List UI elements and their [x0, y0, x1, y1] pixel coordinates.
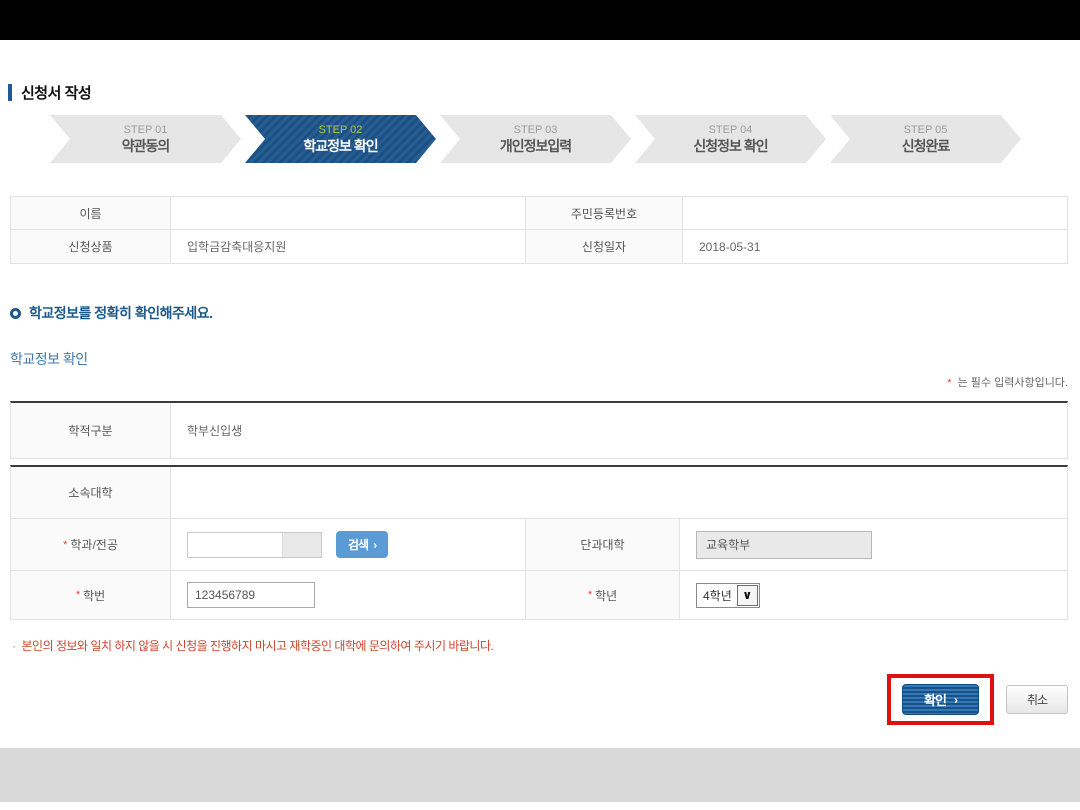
rrn-label: 주민등록번호 — [525, 197, 683, 229]
college-value — [171, 467, 1067, 518]
step-number: STEP 05 — [904, 123, 948, 138]
step-label: 학교정보 확인 — [303, 138, 377, 155]
notice-heading-text: 학교정보를 정확히 확인해주세요. — [29, 303, 213, 323]
step-number: STEP 03 — [514, 123, 558, 138]
section-subheading: 학교정보 확인 — [10, 349, 88, 369]
student-id-label: *학번 — [11, 571, 171, 619]
step-number: STEP 01 — [124, 123, 168, 138]
confirm-button[interactable]: 확인› — [902, 684, 979, 715]
step-number: STEP 02 — [319, 123, 363, 138]
faculty-value-cell: 교육학부 — [680, 519, 1067, 570]
table-row: *학번 *학년 4학년 ∨ — [11, 571, 1067, 619]
required-asterisk: * — [588, 589, 592, 601]
table-row: 신청상품 입학금감축대응지원 신청일자 2018-05-31 — [11, 230, 1067, 263]
product-label: 신청상품 — [11, 230, 171, 263]
table-row: 이름 주민등록번호 — [11, 197, 1067, 230]
step-05-complete[interactable]: STEP 05 신청완료 — [830, 115, 1021, 163]
product-value: 입학금감축대응지원 — [171, 230, 525, 263]
red-highlight-annotation: 확인› — [887, 674, 994, 725]
warning-bullet: · — [12, 639, 16, 653]
date-label: 신청일자 — [525, 230, 683, 263]
page-title: 신청서 작성 — [8, 82, 91, 103]
step-04-application-info[interactable]: STEP 04 신청정보 확인 — [635, 115, 826, 163]
warning-note: · 본인의 정보와 일치 하지 않을 시 신청을 진행하지 마시고 재학중인 대… — [12, 637, 493, 654]
title-accent-bar — [8, 84, 12, 101]
faculty-input-disabled: 교육학부 — [696, 531, 872, 559]
required-fields-note: * 는 필수 입력사항입니다. — [947, 374, 1068, 390]
step-wizard: STEP 01 약관동의 STEP 02 학교정보 확인 STEP 03 개인정… — [50, 115, 1025, 163]
grade-cell: 4학년 ∨ — [680, 571, 1067, 619]
enrollment-value: 학부신입생 — [171, 403, 1067, 458]
step-label: 개인정보입력 — [500, 138, 571, 155]
search-button[interactable]: 검색› — [336, 531, 388, 558]
enrollment-table: 학적구분 학부신입생 — [10, 401, 1068, 459]
name-label: 이름 — [11, 197, 171, 229]
chevron-right-icon: › — [373, 538, 376, 552]
name-value — [171, 197, 525, 229]
school-info-table: 소속대학 *학과/전공 검색› 단과대학 교육학부 *학번 *학년 — [10, 465, 1068, 620]
top-black-bar — [0, 0, 1080, 40]
page: 신청서 작성 STEP 01 약관동의 STEP 02 학교정보 확인 STEP… — [0, 0, 1080, 810]
page-title-text: 신청서 작성 — [21, 82, 91, 103]
required-asterisk: * — [947, 377, 951, 389]
footer-gray-bar — [0, 748, 1080, 802]
table-row: *학과/전공 검색› 단과대학 교육학부 — [11, 519, 1067, 571]
table-row: 학적구분 학부신입생 — [11, 403, 1067, 458]
major-input-cell: 검색› — [171, 519, 525, 570]
notice-bullet-icon — [10, 308, 21, 319]
grade-selected-value: 4학년 — [697, 584, 736, 607]
faculty-label: 단과대학 — [525, 519, 680, 570]
major-input[interactable] — [187, 532, 322, 558]
enrollment-label: 학적구분 — [11, 403, 171, 458]
student-id-cell — [171, 571, 525, 619]
table-row: 소속대학 — [11, 467, 1067, 519]
warning-text: 본인의 정보와 일치 하지 않을 시 신청을 진행하지 마시고 재학중인 대학에… — [22, 637, 494, 654]
major-label: *학과/전공 — [11, 519, 171, 570]
step-number: STEP 04 — [709, 123, 753, 138]
notice-heading: 학교정보를 정확히 확인해주세요. — [10, 303, 213, 323]
action-buttons: 확인› 취소 — [887, 674, 1068, 725]
cancel-button[interactable]: 취소 — [1006, 685, 1068, 714]
required-asterisk: * — [63, 539, 67, 551]
student-id-input[interactable] — [187, 582, 315, 608]
grade-label: *학년 — [525, 571, 680, 619]
required-note-text: 는 필수 입력사항입니다. — [955, 377, 1068, 389]
college-label: 소속대학 — [11, 467, 171, 518]
major-input-code — [282, 533, 321, 557]
step-label: 신청완료 — [902, 138, 950, 155]
rrn-value — [683, 197, 1067, 229]
step-02-school-info-active[interactable]: STEP 02 학교정보 확인 — [245, 115, 436, 163]
step-03-personal-info[interactable]: STEP 03 개인정보입력 — [440, 115, 631, 163]
major-input-text[interactable] — [188, 533, 282, 557]
step-label: 신청정보 확인 — [693, 138, 767, 155]
chevron-right-icon: › — [954, 693, 957, 707]
required-asterisk: * — [76, 589, 80, 601]
step-01-terms[interactable]: STEP 01 약관동의 — [50, 115, 241, 163]
applicant-info-table: 이름 주민등록번호 신청상품 입학금감축대응지원 신청일자 2018-05-31 — [10, 196, 1068, 264]
grade-select[interactable]: 4학년 ∨ — [696, 583, 760, 608]
chevron-down-icon[interactable]: ∨ — [737, 585, 758, 606]
step-label: 약관동의 — [122, 138, 170, 155]
date-value: 2018-05-31 — [683, 230, 1067, 263]
